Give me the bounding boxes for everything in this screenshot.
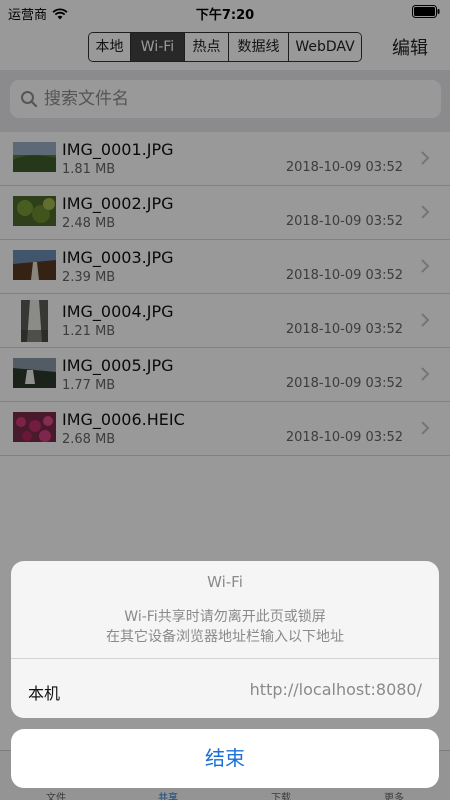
device-label: 本机 xyxy=(28,684,61,703)
sheet-message: Wi-Fi共享时请勿离开此页或锁屏 在其它设备浏览器地址栏输入以下地址 xyxy=(11,607,439,647)
divider xyxy=(11,658,439,659)
wifi-share-sheet: Wi-Fi Wi-Fi共享时请勿离开此页或锁屏 在其它设备浏览器地址栏输入以下地… xyxy=(11,561,439,718)
sheet-message-line: Wi-Fi共享时请勿离开此页或锁屏 xyxy=(124,609,326,625)
server-address[interactable]: http://localhost:8080/ xyxy=(250,680,422,699)
end-sharing-button[interactable]: 结束 xyxy=(11,729,439,788)
sheet-title: Wi-Fi xyxy=(207,573,243,591)
sheet-message-line: 在其它设备浏览器地址栏输入以下地址 xyxy=(106,629,344,645)
